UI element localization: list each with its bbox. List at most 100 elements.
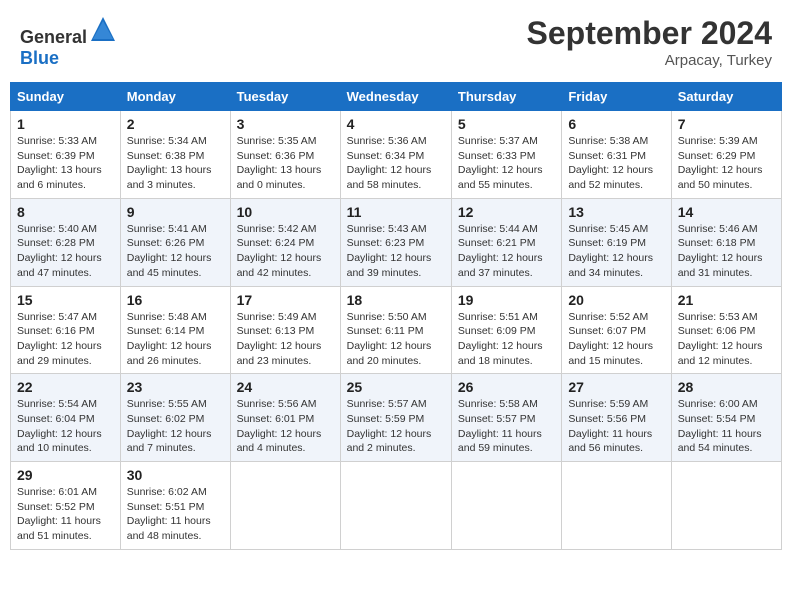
- day-number: 16: [127, 292, 224, 308]
- calendar-cell: 5 Sunrise: 5:37 AMSunset: 6:33 PMDaylight…: [451, 111, 561, 199]
- day-number: 15: [17, 292, 114, 308]
- day-number: 17: [237, 292, 334, 308]
- calendar-cell: 9 Sunrise: 5:41 AMSunset: 6:26 PMDaylight…: [120, 198, 230, 286]
- calendar-cell: 3Sunrise: 5:35 AMSunset: 6:36 PMDaylight…: [230, 111, 340, 199]
- calendar-cell: 1Sunrise: 5:33 AMSunset: 6:39 PMDaylight…: [11, 111, 121, 199]
- day-number: 6: [568, 116, 664, 132]
- day-info: Sunrise: 5:43 AMSunset: 6:23 PMDaylight:…: [347, 222, 445, 281]
- logo-icon: [89, 15, 117, 43]
- calendar-cell: 4Sunrise: 5:36 AMSunset: 6:34 PMDaylight…: [340, 111, 451, 199]
- col-header-tuesday: Tuesday: [230, 83, 340, 111]
- day-number: 23: [127, 379, 224, 395]
- day-number: 10: [237, 204, 334, 220]
- month-title: September 2024: [527, 15, 772, 52]
- calendar-cell: 19 Sunrise: 5:51 AMSunset: 6:09 PMDayligh…: [451, 286, 561, 374]
- calendar-cell: 27Sunrise: 5:59 AMSunset: 5:56 PMDayligh…: [562, 374, 671, 462]
- day-info: Sunrise: 5:48 AMSunset: 6:14 PMDaylight:…: [127, 310, 224, 369]
- logo: General Blue: [20, 15, 117, 69]
- title-block: September 2024 Arpacay, Turkey: [527, 15, 772, 69]
- calendar-cell: 28 Sunrise: 6:00 AMSunset: 5:54 PMDayligh…: [671, 374, 781, 462]
- calendar-cell: 18 Sunrise: 5:50 AMSunset: 6:11 PMDayligh…: [340, 286, 451, 374]
- day-number: 28: [678, 379, 775, 395]
- calendar-cell: 29Sunrise: 6:01 AMSunset: 5:52 PMDayligh…: [11, 462, 121, 550]
- day-number: 25: [347, 379, 445, 395]
- day-info: Sunrise: 5:59 AMSunset: 5:56 PMDaylight:…: [568, 397, 664, 456]
- day-number: 26: [458, 379, 555, 395]
- calendar-cell: 20 Sunrise: 5:52 AMSunset: 6:07 PMDayligh…: [562, 286, 671, 374]
- day-info: Sunrise: 5:37 AMSunset: 6:33 PMDaylight:…: [458, 134, 555, 193]
- day-info: Sunrise: 6:00 AMSunset: 5:54 PMDaylight:…: [678, 397, 775, 456]
- day-info: Sunrise: 5:52 AMSunset: 6:07 PMDaylight:…: [568, 310, 664, 369]
- day-number: 14: [678, 204, 775, 220]
- calendar-cell: 21 Sunrise: 5:53 AMSunset: 6:06 PMDayligh…: [671, 286, 781, 374]
- calendar-cell: [671, 462, 781, 550]
- day-number: 9: [127, 204, 224, 220]
- day-info: Sunrise: 5:40 AMSunset: 6:28 PMDaylight:…: [17, 222, 114, 281]
- calendar-cell: 12 Sunrise: 5:44 AMSunset: 6:21 PMDayligh…: [451, 198, 561, 286]
- day-number: 20: [568, 292, 664, 308]
- calendar-cell: 6 Sunrise: 5:38 AMSunset: 6:31 PMDaylight…: [562, 111, 671, 199]
- day-info: Sunrise: 5:50 AMSunset: 6:11 PMDaylight:…: [347, 310, 445, 369]
- col-header-wednesday: Wednesday: [340, 83, 451, 111]
- calendar-cell: 13 Sunrise: 5:45 AMSunset: 6:19 PMDayligh…: [562, 198, 671, 286]
- calendar-cell: 25Sunrise: 5:57 AMSunset: 5:59 PMDayligh…: [340, 374, 451, 462]
- calendar-cell: 24 Sunrise: 5:56 AMSunset: 6:01 PMDayligh…: [230, 374, 340, 462]
- day-info: Sunrise: 5:36 AMSunset: 6:34 PMDaylight:…: [347, 134, 445, 193]
- col-header-saturday: Saturday: [671, 83, 781, 111]
- day-number: 2: [127, 116, 224, 132]
- day-info: Sunrise: 6:01 AMSunset: 5:52 PMDaylight:…: [17, 485, 114, 544]
- day-info: Sunrise: 5:42 AMSunset: 6:24 PMDaylight:…: [237, 222, 334, 281]
- page-header: General Blue September 2024 Arpacay, Tur…: [10, 10, 782, 74]
- day-number: 19: [458, 292, 555, 308]
- location: Arpacay, Turkey: [527, 52, 772, 69]
- day-info: Sunrise: 5:38 AMSunset: 6:31 PMDaylight:…: [568, 134, 664, 193]
- calendar-header-row: SundayMondayTuesdayWednesdayThursdayFrid…: [11, 83, 782, 111]
- calendar-cell: 17Sunrise: 5:49 AMSunset: 6:13 PMDayligh…: [230, 286, 340, 374]
- calendar-table: SundayMondayTuesdayWednesdayThursdayFrid…: [10, 82, 782, 550]
- calendar-cell: 2 Sunrise: 5:34 AMSunset: 6:38 PMDaylight…: [120, 111, 230, 199]
- day-info: Sunrise: 5:44 AMSunset: 6:21 PMDaylight:…: [458, 222, 555, 281]
- day-number: 21: [678, 292, 775, 308]
- col-header-thursday: Thursday: [451, 83, 561, 111]
- calendar-cell: 11Sunrise: 5:43 AMSunset: 6:23 PMDayligh…: [340, 198, 451, 286]
- day-info: Sunrise: 5:33 AMSunset: 6:39 PMDaylight:…: [17, 134, 114, 193]
- calendar-cell: [230, 462, 340, 550]
- day-number: 12: [458, 204, 555, 220]
- day-number: 8: [17, 204, 114, 220]
- logo-general: General: [20, 27, 87, 47]
- day-info: Sunrise: 5:53 AMSunset: 6:06 PMDaylight:…: [678, 310, 775, 369]
- day-info: Sunrise: 5:45 AMSunset: 6:19 PMDaylight:…: [568, 222, 664, 281]
- calendar-cell: 30 Sunrise: 6:02 AMSunset: 5:51 PMDayligh…: [120, 462, 230, 550]
- calendar-cell: 10 Sunrise: 5:42 AMSunset: 6:24 PMDayligh…: [230, 198, 340, 286]
- calendar-cell: 8 Sunrise: 5:40 AMSunset: 6:28 PMDaylight…: [11, 198, 121, 286]
- calendar-week-row: 15 Sunrise: 5:47 AMSunset: 6:16 PMDayligh…: [11, 286, 782, 374]
- col-header-friday: Friday: [562, 83, 671, 111]
- calendar-cell: [451, 462, 561, 550]
- day-info: Sunrise: 5:35 AMSunset: 6:36 PMDaylight:…: [237, 134, 334, 193]
- day-info: Sunrise: 5:54 AMSunset: 6:04 PMDaylight:…: [17, 397, 114, 456]
- calendar-cell: 16 Sunrise: 5:48 AMSunset: 6:14 PMDayligh…: [120, 286, 230, 374]
- col-header-sunday: Sunday: [11, 83, 121, 111]
- day-info: Sunrise: 5:51 AMSunset: 6:09 PMDaylight:…: [458, 310, 555, 369]
- day-info: Sunrise: 5:39 AMSunset: 6:29 PMDaylight:…: [678, 134, 775, 193]
- day-number: 24: [237, 379, 334, 395]
- day-info: Sunrise: 5:34 AMSunset: 6:38 PMDaylight:…: [127, 134, 224, 193]
- calendar-week-row: 29Sunrise: 6:01 AMSunset: 5:52 PMDayligh…: [11, 462, 782, 550]
- day-number: 18: [347, 292, 445, 308]
- calendar-cell: 26Sunrise: 5:58 AMSunset: 5:57 PMDayligh…: [451, 374, 561, 462]
- day-info: Sunrise: 5:56 AMSunset: 6:01 PMDaylight:…: [237, 397, 334, 456]
- day-info: Sunrise: 5:41 AMSunset: 6:26 PMDaylight:…: [127, 222, 224, 281]
- day-info: Sunrise: 5:46 AMSunset: 6:18 PMDaylight:…: [678, 222, 775, 281]
- calendar-cell: 23Sunrise: 5:55 AMSunset: 6:02 PMDayligh…: [120, 374, 230, 462]
- day-number: 30: [127, 467, 224, 483]
- calendar-cell: 7 Sunrise: 5:39 AMSunset: 6:29 PMDaylight…: [671, 111, 781, 199]
- calendar-cell: 22Sunrise: 5:54 AMSunset: 6:04 PMDayligh…: [11, 374, 121, 462]
- calendar-cell: [340, 462, 451, 550]
- day-number: 13: [568, 204, 664, 220]
- day-number: 5: [458, 116, 555, 132]
- calendar-week-row: 22Sunrise: 5:54 AMSunset: 6:04 PMDayligh…: [11, 374, 782, 462]
- day-info: Sunrise: 5:47 AMSunset: 6:16 PMDaylight:…: [17, 310, 114, 369]
- day-number: 7: [678, 116, 775, 132]
- calendar-week-row: 1Sunrise: 5:33 AMSunset: 6:39 PMDaylight…: [11, 111, 782, 199]
- day-info: Sunrise: 6:02 AMSunset: 5:51 PMDaylight:…: [127, 485, 224, 544]
